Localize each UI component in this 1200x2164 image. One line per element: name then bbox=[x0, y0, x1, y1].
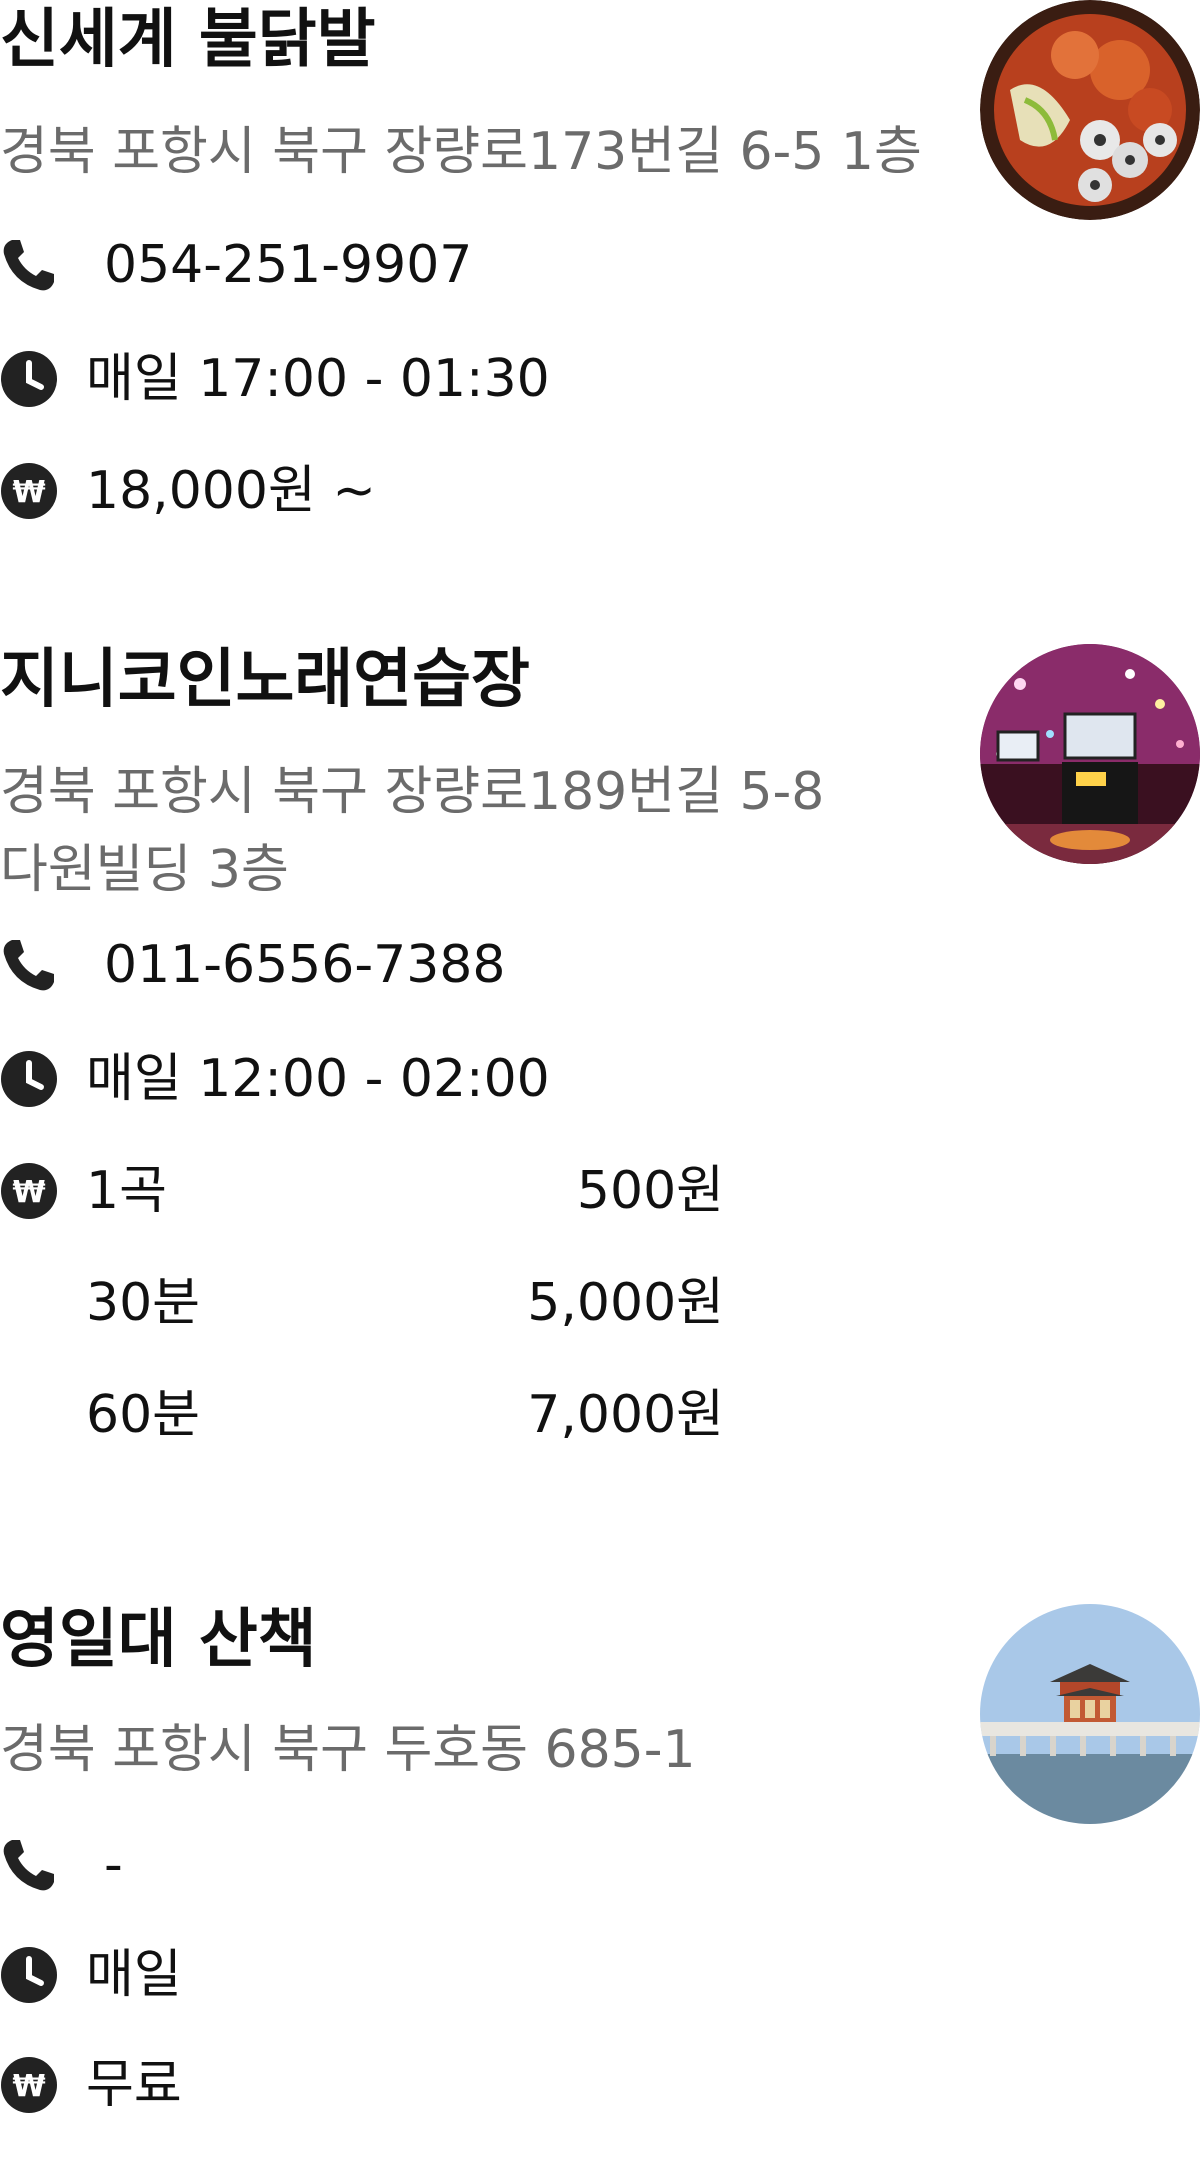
place-name: 지니코인노래연습장 bbox=[0, 643, 530, 717]
food-photo[interactable] bbox=[980, 0, 1200, 220]
place-address-line-1: 경북 포항시 북구 장량로189번길 5-8 bbox=[0, 762, 825, 822]
price-value: 500원 bbox=[576, 1161, 724, 1221]
phone-number[interactable]: 054-251-9907 bbox=[104, 230, 472, 300]
clock-icon bbox=[0, 1946, 58, 2004]
hours-row: 매일 bbox=[0, 1945, 900, 2016]
phone-row[interactable]: 054-251-9907 bbox=[0, 235, 900, 306]
hours-row: 매일 12:00 - 02:00 bbox=[0, 1049, 900, 1120]
phone-row[interactable]: - bbox=[0, 1835, 900, 1906]
price-value: 5,000원 bbox=[527, 1273, 724, 1333]
clock-icon bbox=[0, 1050, 58, 1108]
price-row: 30분 5,000원 bbox=[0, 1273, 900, 1344]
phone-icon bbox=[0, 236, 58, 294]
price: 18,000원 ~ bbox=[86, 461, 376, 521]
won-icon: ₩ bbox=[0, 462, 58, 520]
price-label: 60분 bbox=[86, 1385, 201, 1445]
won-icon: ₩ bbox=[0, 1162, 58, 1220]
price-label: 30분 bbox=[86, 1273, 201, 1333]
hours-row: 매일 17:00 - 01:30 bbox=[0, 349, 900, 420]
svg-text:₩: ₩ bbox=[12, 475, 45, 510]
svg-text:₩: ₩ bbox=[12, 1175, 45, 1210]
price-row: ₩ 무료 bbox=[0, 2055, 900, 2126]
price-label: 1곡 bbox=[86, 1161, 167, 1221]
phone-icon bbox=[0, 936, 58, 994]
opening-hours: 매일 12:00 - 02:00 bbox=[86, 1049, 550, 1109]
place-address: 경북 포항시 북구 두호동 685-1 bbox=[0, 1720, 696, 1780]
place-name: 영일대 산책 bbox=[0, 1603, 317, 1677]
price: 무료 bbox=[86, 2055, 182, 2115]
phone-icon bbox=[0, 1836, 58, 1894]
clock-icon bbox=[0, 350, 58, 408]
place-address: 경북 포항시 북구 장량로173번길 6-5 1층 bbox=[0, 122, 922, 182]
opening-hours: 매일 bbox=[86, 1945, 182, 2005]
won-icon: ₩ bbox=[0, 2056, 58, 2114]
opening-hours: 매일 17:00 - 01:30 bbox=[86, 349, 550, 409]
price-value: 7,000원 bbox=[527, 1385, 724, 1445]
pavilion-photo[interactable] bbox=[980, 1604, 1200, 1824]
price-row: 60분 7,000원 bbox=[0, 1385, 900, 1456]
place-address-line-2: 다원빌딩 3층 bbox=[0, 840, 289, 900]
phone-number[interactable]: 011-6556-7388 bbox=[104, 930, 505, 1000]
phone-row[interactable]: 011-6556-7388 bbox=[0, 935, 900, 1006]
phone-number[interactable]: - bbox=[104, 1830, 123, 1900]
karaoke-room-photo[interactable] bbox=[980, 644, 1200, 864]
price-row: ₩ 18,000원 ~ bbox=[0, 461, 900, 532]
price-row: ₩ 1곡 500원 bbox=[0, 1161, 900, 1232]
svg-text:₩: ₩ bbox=[12, 2069, 45, 2104]
place-name: 신세계 불닭발 bbox=[0, 3, 376, 77]
